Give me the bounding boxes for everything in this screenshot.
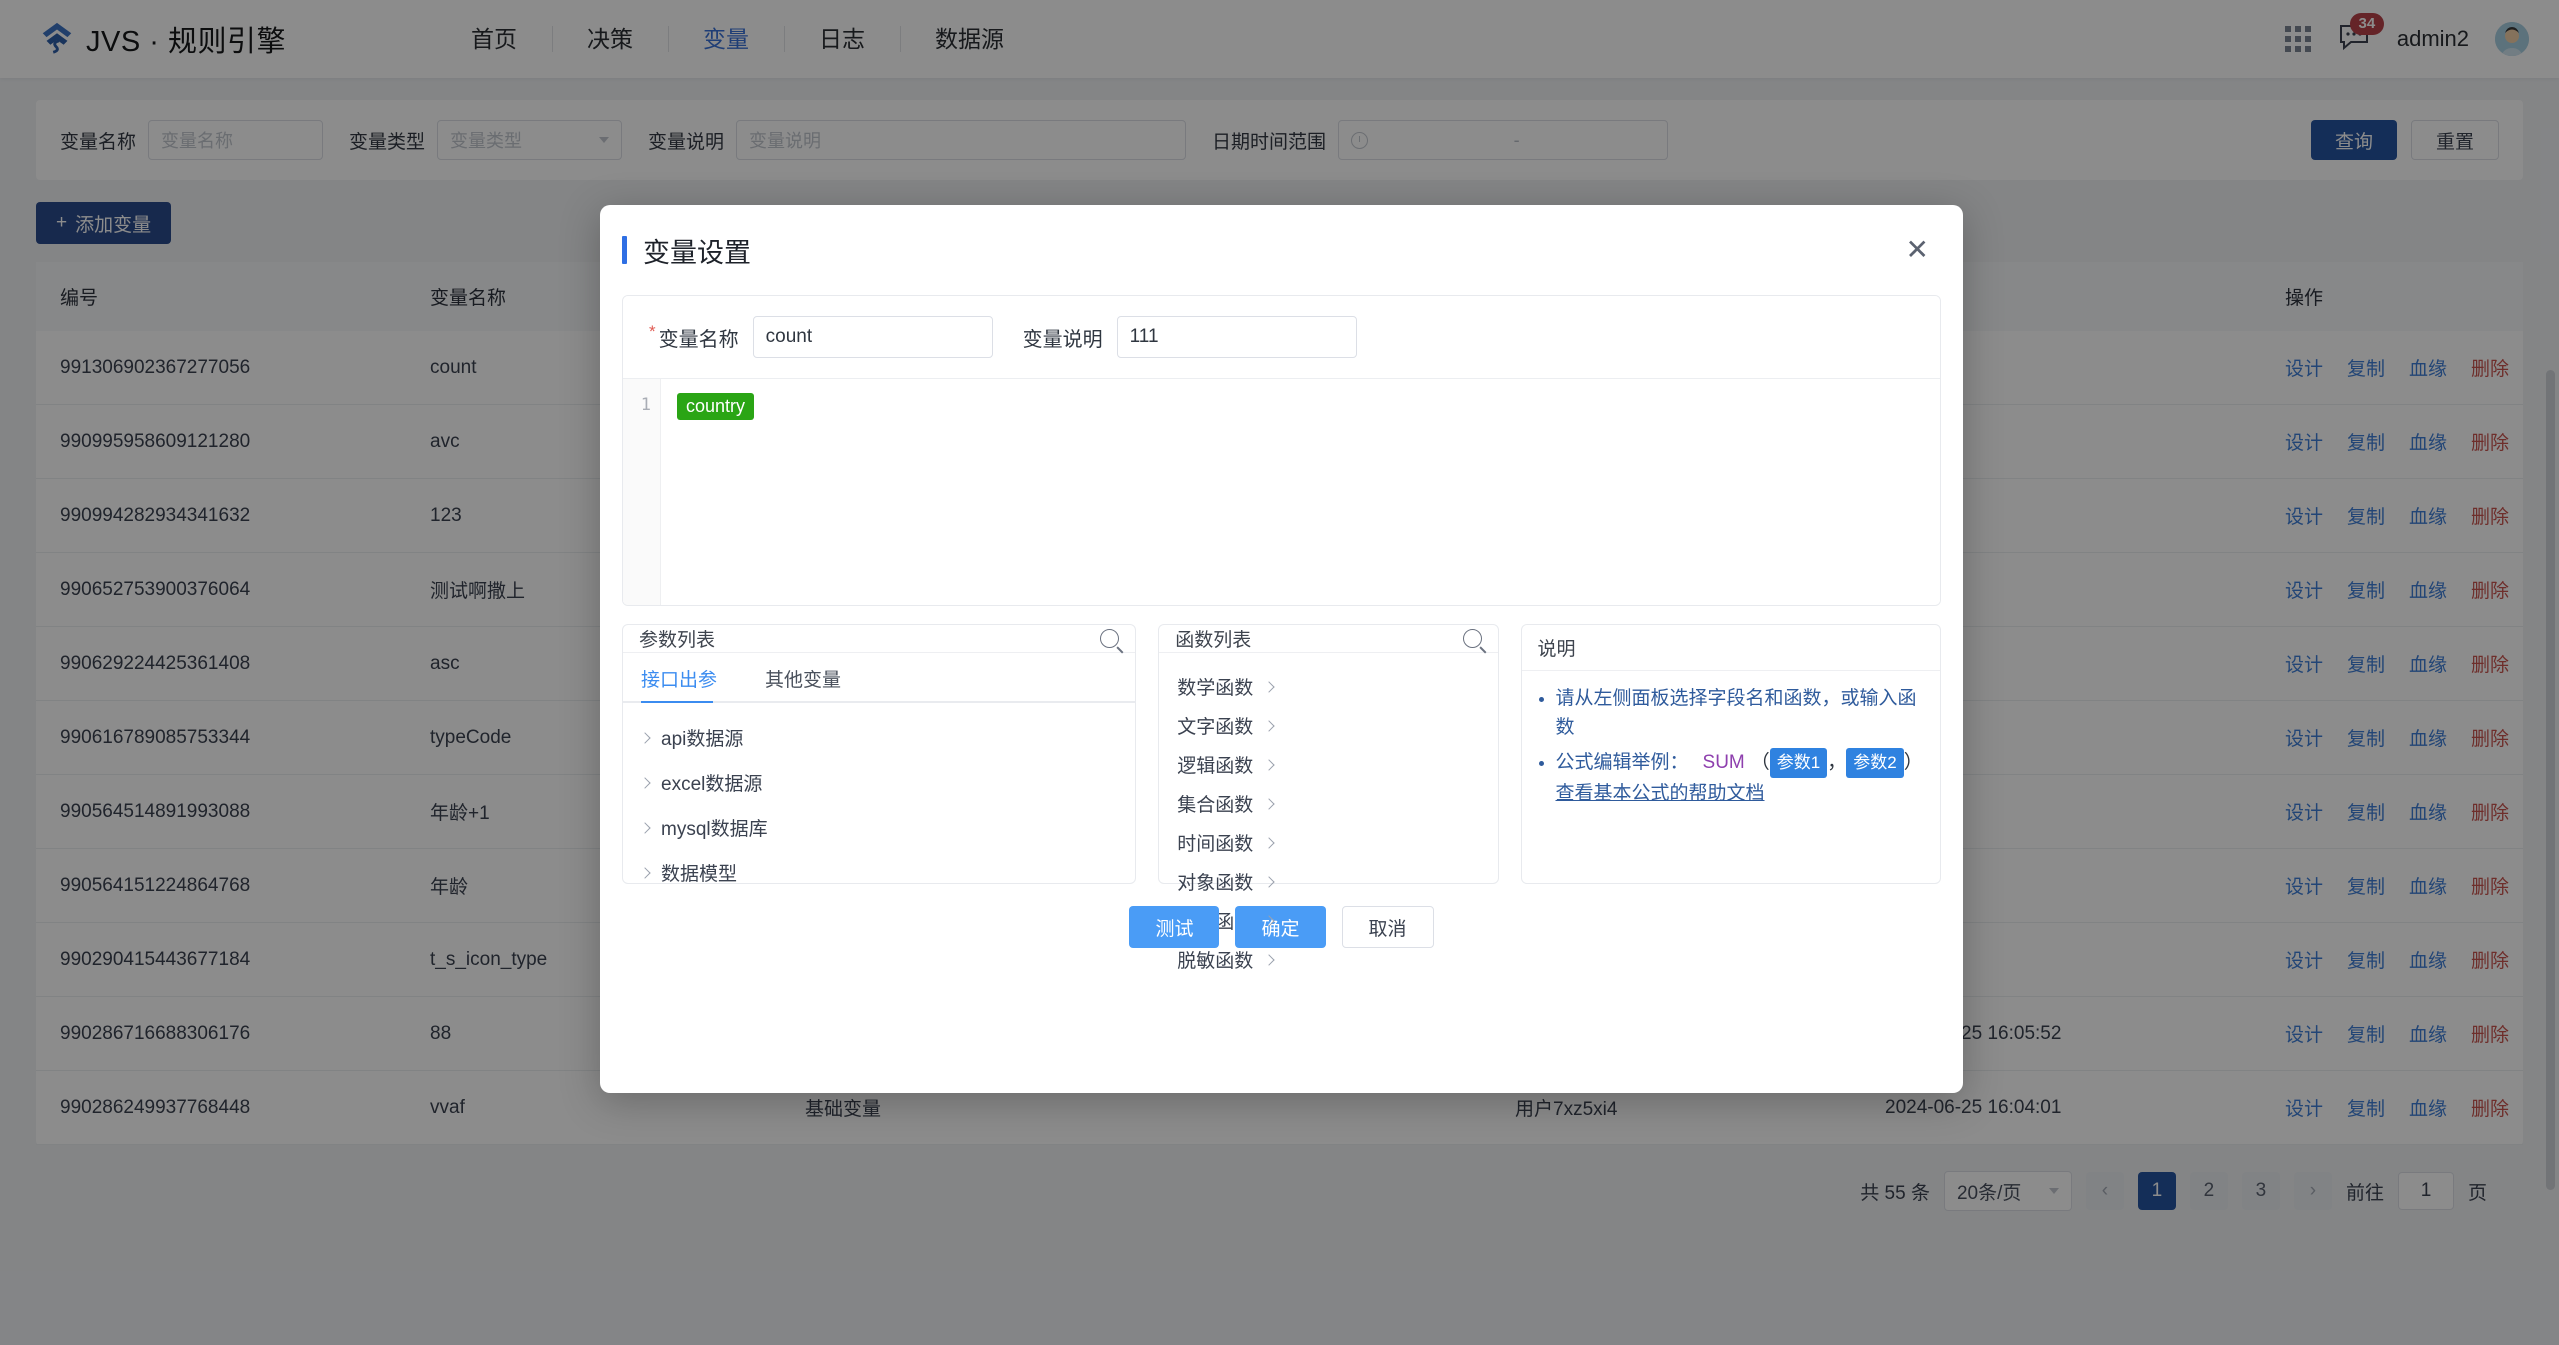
paren-open: （ <box>1750 751 1770 773</box>
confirm-button[interactable]: 确定 <box>1235 906 1326 948</box>
editor-content[interactable]: country <box>661 379 1940 605</box>
test-button[interactable]: 测试 <box>1129 906 1220 948</box>
functions-panel-header: 函数列表 <box>1159 625 1498 653</box>
functions-panel-title: 函数列表 <box>1175 630 1252 651</box>
code-editor[interactable]: 1 country <box>623 379 1940 605</box>
params-tree-item-1[interactable]: excel数据源 <box>639 760 1117 805</box>
modal-footer: 测试 确定 取消 <box>600 906 1963 948</box>
params-tree-item-label: api数据源 <box>661 729 744 750</box>
tab-interface-output[interactable]: 接口出参 <box>641 665 717 703</box>
chevron-right-icon <box>1263 875 1275 888</box>
close-icon[interactable]: ✕ <box>1906 236 1929 264</box>
chevron-right-icon <box>1263 719 1275 732</box>
chevron-right-icon <box>639 866 651 879</box>
help-panel-body: 请从左侧面板选择字段名和函数，或输入函数 公式编辑举例： SUM（参数1，参数2）… <box>1522 671 1940 814</box>
help-doc-link[interactable]: 查看基本公式的帮助文档 <box>1556 780 1926 809</box>
function-item-5[interactable]: 对象函数 <box>1177 862 1479 901</box>
cancel-button[interactable]: 取消 <box>1341 906 1434 948</box>
title-accent-bar <box>622 236 627 264</box>
field-token[interactable]: country <box>677 393 755 420</box>
params-tree-item-3[interactable]: 数据模型 <box>639 850 1117 895</box>
required-marker: * <box>649 322 656 341</box>
params-tree: api数据源 excel数据源 mysql数据库 数据模型 <box>623 703 1135 907</box>
chevron-right-icon <box>1263 797 1275 810</box>
arg2-tag: 参数2 <box>1846 748 1904 778</box>
function-item-3[interactable]: 集合函数 <box>1177 784 1479 823</box>
function-item-2[interactable]: 逻辑函数 <box>1177 745 1479 784</box>
variable-name-input[interactable]: count <box>752 316 993 358</box>
function-item-label: 时间函数 <box>1177 834 1254 855</box>
params-tree-item-label: excel数据源 <box>661 774 763 795</box>
params-panel-header: 参数列表 <box>623 625 1136 653</box>
params-tree-item-0[interactable]: api数据源 <box>639 715 1117 760</box>
params-panel-title: 参数列表 <box>639 630 716 651</box>
tab-other-variables[interactable]: 其他变量 <box>765 665 841 703</box>
params-panel: 参数列表 接口出参 其他变量 api数据源 excel数据源 mysql数据库 数据模… <box>622 624 1137 885</box>
chevron-right-icon <box>1263 680 1275 693</box>
modal-panels: 参数列表 接口出参 其他变量 api数据源 excel数据源 mysql数据库 数据模… <box>600 606 1963 972</box>
functions-panel: 函数列表 数学函数文字函数逻辑函数集合函数时间函数对象函数转换函数脱敏函数 <box>1158 624 1499 972</box>
function-item-label: 脱敏函数 <box>1177 951 1254 972</box>
function-item-label: 集合函数 <box>1177 795 1254 816</box>
variable-desc-input[interactable]: 111 <box>1116 316 1357 358</box>
chevron-right-icon <box>1263 953 1275 966</box>
help-panel-header: 说明 <box>1521 625 1940 671</box>
paren-close: ） <box>1903 751 1923 773</box>
function-item-1[interactable]: 文字函数 <box>1177 706 1479 745</box>
modal-title: 变量设置 <box>643 237 751 268</box>
tabs-underline <box>623 701 1136 703</box>
params-tree-item-label: mysql数据库 <box>661 819 768 840</box>
function-item-0[interactable]: 数学函数 <box>1177 667 1479 706</box>
arg-comma: ， <box>1827 751 1847 773</box>
search-icon[interactable] <box>1100 629 1120 648</box>
function-item-label: 逻辑函数 <box>1177 756 1254 777</box>
chevron-right-icon <box>639 821 651 834</box>
chevron-right-icon <box>1263 758 1275 771</box>
formula-editor-card: * 变量名称 count 变量说明 111 1 country <box>622 295 1941 606</box>
function-item-label: 文字函数 <box>1177 717 1254 738</box>
params-tabs: 接口出参 其他变量 <box>623 653 1136 703</box>
search-icon[interactable] <box>1462 629 1482 648</box>
variable-name-label: 变量名称 <box>658 328 739 351</box>
editor-gutter: 1 <box>623 379 661 605</box>
arg1-tag: 参数1 <box>1769 748 1828 778</box>
params-tree-item-label: 数据模型 <box>661 864 738 885</box>
help-example-prefix: 公式编辑举例： <box>1555 751 1689 773</box>
sum-function-token: SUM <box>1702 751 1745 773</box>
help-bullet-example: 公式编辑举例： SUM（参数1，参数2） 查看基本公式的帮助文档 <box>1556 748 1926 808</box>
chevron-right-icon <box>639 731 651 744</box>
params-tree-item-2[interactable]: mysql数据库 <box>639 805 1117 850</box>
chevron-right-icon <box>1263 836 1275 849</box>
function-item-4[interactable]: 时间函数 <box>1177 823 1479 862</box>
variable-desc-label: 变量说明 <box>1022 328 1103 351</box>
function-item-label: 对象函数 <box>1177 873 1254 894</box>
variable-settings-modal: 变量设置 ✕ * 变量名称 count 变量说明 111 1 country 参… <box>600 205 1963 1093</box>
help-bullet-select: 请从左侧面板选择字段名和函数，或输入函数 <box>1556 685 1926 742</box>
function-item-label: 数学函数 <box>1177 678 1254 699</box>
modal-form-row: * 变量名称 count 变量说明 111 <box>623 296 1940 379</box>
help-panel: 说明 请从左侧面板选择字段名和函数，或输入函数 公式编辑举例： SUM（参数1，参… <box>1520 624 1941 884</box>
help-panel-title: 说明 <box>1537 639 1576 660</box>
modal-header: 变量设置 ✕ <box>600 205 1963 295</box>
chevron-right-icon <box>639 776 651 789</box>
